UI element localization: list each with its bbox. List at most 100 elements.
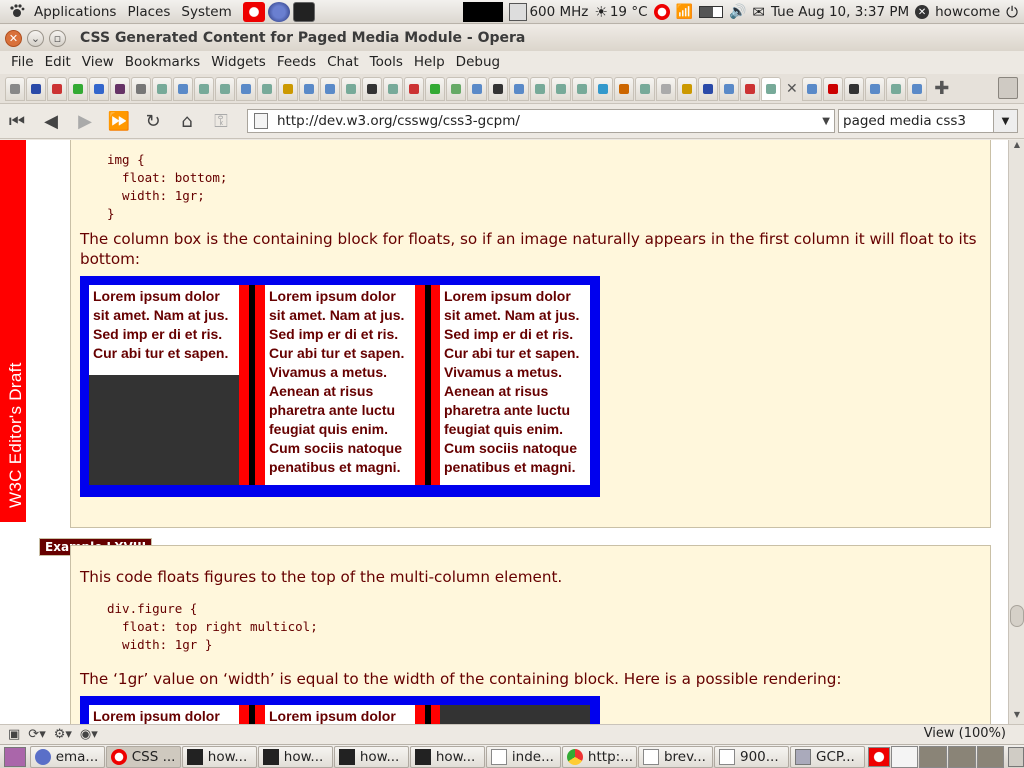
workspace-2[interactable] — [919, 745, 947, 768]
tab[interactable] — [47, 76, 67, 101]
task-item-active[interactable]: CSS ... — [105, 745, 181, 768]
scroll-down-icon[interactable]: ▼ — [1009, 710, 1024, 724]
opera-tray-icon[interactable] — [653, 4, 670, 20]
scroll-thumb[interactable] — [1010, 605, 1024, 627]
back-icon[interactable]: ◀ — [34, 108, 68, 136]
home-icon[interactable]: ⌂ — [170, 108, 204, 136]
tab[interactable] — [864, 76, 885, 101]
task-item[interactable]: 900... — [713, 745, 790, 768]
tab[interactable] — [152, 76, 172, 101]
tab[interactable] — [131, 76, 151, 101]
menu-help[interactable]: Help — [414, 54, 445, 70]
tab[interactable] — [425, 76, 445, 101]
volume-icon[interactable]: 🔊 — [729, 4, 746, 20]
task-item[interactable]: ema... — [29, 745, 105, 768]
trash-taskbar-icon[interactable] — [1008, 746, 1024, 767]
tab[interactable] — [236, 76, 256, 101]
new-tab-icon[interactable]: ✚ — [928, 77, 956, 101]
wand-key-icon[interactable]: ⚿ — [204, 108, 238, 136]
tab[interactable] — [257, 76, 277, 101]
tab[interactable] — [467, 76, 487, 101]
tab[interactable] — [68, 76, 88, 101]
window-maximize-icon[interactable]: ▫ — [49, 29, 66, 47]
workspace-3[interactable] — [948, 745, 976, 768]
address-url[interactable]: http://dev.w3.org/csswg/css3-gcpm/ — [277, 113, 520, 129]
task-item[interactable]: brev... — [637, 745, 713, 768]
panel-menu-system[interactable]: System — [181, 4, 231, 20]
menu-widgets[interactable]: Widgets — [211, 54, 266, 70]
tab[interactable] — [677, 76, 697, 101]
tab[interactable] — [614, 76, 634, 101]
menu-edit[interactable]: Edit — [45, 54, 71, 70]
tab[interactable] — [656, 76, 676, 101]
tab[interactable] — [530, 76, 550, 101]
user-name[interactable]: howcome — [935, 4, 1000, 20]
opera-taskbar-icon[interactable] — [868, 746, 890, 767]
tab[interactable] — [110, 76, 130, 101]
turbo-icon[interactable]: ◉▾ — [80, 727, 98, 742]
tab[interactable] — [215, 76, 235, 101]
tab[interactable] — [488, 76, 508, 101]
tab[interactable] — [593, 76, 613, 101]
task-item[interactable]: GCP... — [790, 745, 866, 768]
tab[interactable] — [719, 76, 739, 101]
task-item[interactable]: how... — [257, 745, 333, 768]
menu-tools[interactable]: Tools — [370, 54, 403, 70]
task-item[interactable]: how... — [409, 745, 485, 768]
terminal-launcher-icon[interactable] — [292, 1, 315, 22]
task-item[interactable]: how... — [333, 745, 409, 768]
tab[interactable] — [341, 76, 361, 101]
task-item[interactable]: http:... — [561, 745, 637, 768]
tab[interactable] — [299, 76, 319, 101]
tab-close-icon[interactable]: ✕ — [786, 81, 798, 97]
trash-icon[interactable] — [998, 77, 1018, 99]
tab[interactable] — [551, 76, 571, 101]
workspace-4[interactable] — [976, 745, 1005, 768]
reload-icon[interactable]: ↻ — [136, 108, 170, 136]
window-minimize-icon[interactable]: ⌄ — [27, 29, 44, 47]
tab[interactable] — [698, 76, 718, 101]
show-desktop-icon[interactable] — [4, 746, 26, 767]
mail-icon[interactable]: ✉ — [752, 3, 765, 21]
shutdown-icon[interactable]: ✕ — [915, 5, 930, 19]
clock[interactable]: Tue Aug 10, 3:37 PM — [771, 4, 909, 20]
power-icon[interactable]: ⏻ — [1006, 3, 1018, 21]
menu-debug[interactable]: Debug — [456, 54, 500, 70]
tab[interactable] — [635, 76, 655, 101]
gnome-foot-icon[interactable] — [8, 3, 26, 21]
task-item[interactable]: how... — [181, 745, 257, 768]
sync-icon[interactable]: ⟳▾ — [28, 727, 45, 742]
tab[interactable] — [5, 76, 25, 101]
battery-icon[interactable] — [698, 6, 723, 18]
tab-active[interactable] — [761, 76, 781, 101]
forward-icon[interactable]: ▶ — [68, 108, 102, 136]
unite-icon[interactable]: ⚙▾ — [54, 727, 72, 742]
tab[interactable] — [572, 76, 592, 101]
menu-chat[interactable]: Chat — [327, 54, 359, 70]
vertical-scrollbar[interactable]: ▲ ▼ — [1008, 140, 1024, 724]
tab[interactable] — [843, 76, 864, 101]
search-field[interactable]: paged media css3 ▼ — [838, 109, 1018, 133]
browser-launcher-icon[interactable] — [267, 1, 290, 22]
tab[interactable] — [278, 76, 298, 101]
menu-bookmarks[interactable]: Bookmarks — [125, 54, 200, 70]
tab[interactable] — [885, 76, 906, 101]
menu-feeds[interactable]: Feeds — [277, 54, 316, 70]
search-text[interactable]: paged media css3 — [843, 113, 966, 129]
tab[interactable] — [404, 76, 424, 101]
tab[interactable] — [320, 76, 340, 101]
task-item[interactable]: inde... — [485, 745, 561, 768]
address-dropdown-icon[interactable]: ▼ — [822, 116, 830, 127]
workspace-1[interactable] — [890, 745, 919, 768]
tab[interactable] — [906, 76, 927, 101]
search-dropdown-icon[interactable]: ▼ — [993, 110, 1017, 132]
zoom-control[interactable]: View (100%) — [924, 726, 1006, 741]
window-close-icon[interactable]: ✕ — [5, 29, 22, 47]
tab[interactable] — [173, 76, 193, 101]
panel-menu-places[interactable]: Places — [127, 4, 170, 20]
tab[interactable] — [740, 76, 760, 101]
tab[interactable] — [801, 76, 822, 101]
menu-view[interactable]: View — [82, 54, 114, 70]
w3c-editors-draft-sticker[interactable]: W3C Editor's Draft — [0, 140, 26, 522]
tab[interactable] — [194, 76, 214, 101]
